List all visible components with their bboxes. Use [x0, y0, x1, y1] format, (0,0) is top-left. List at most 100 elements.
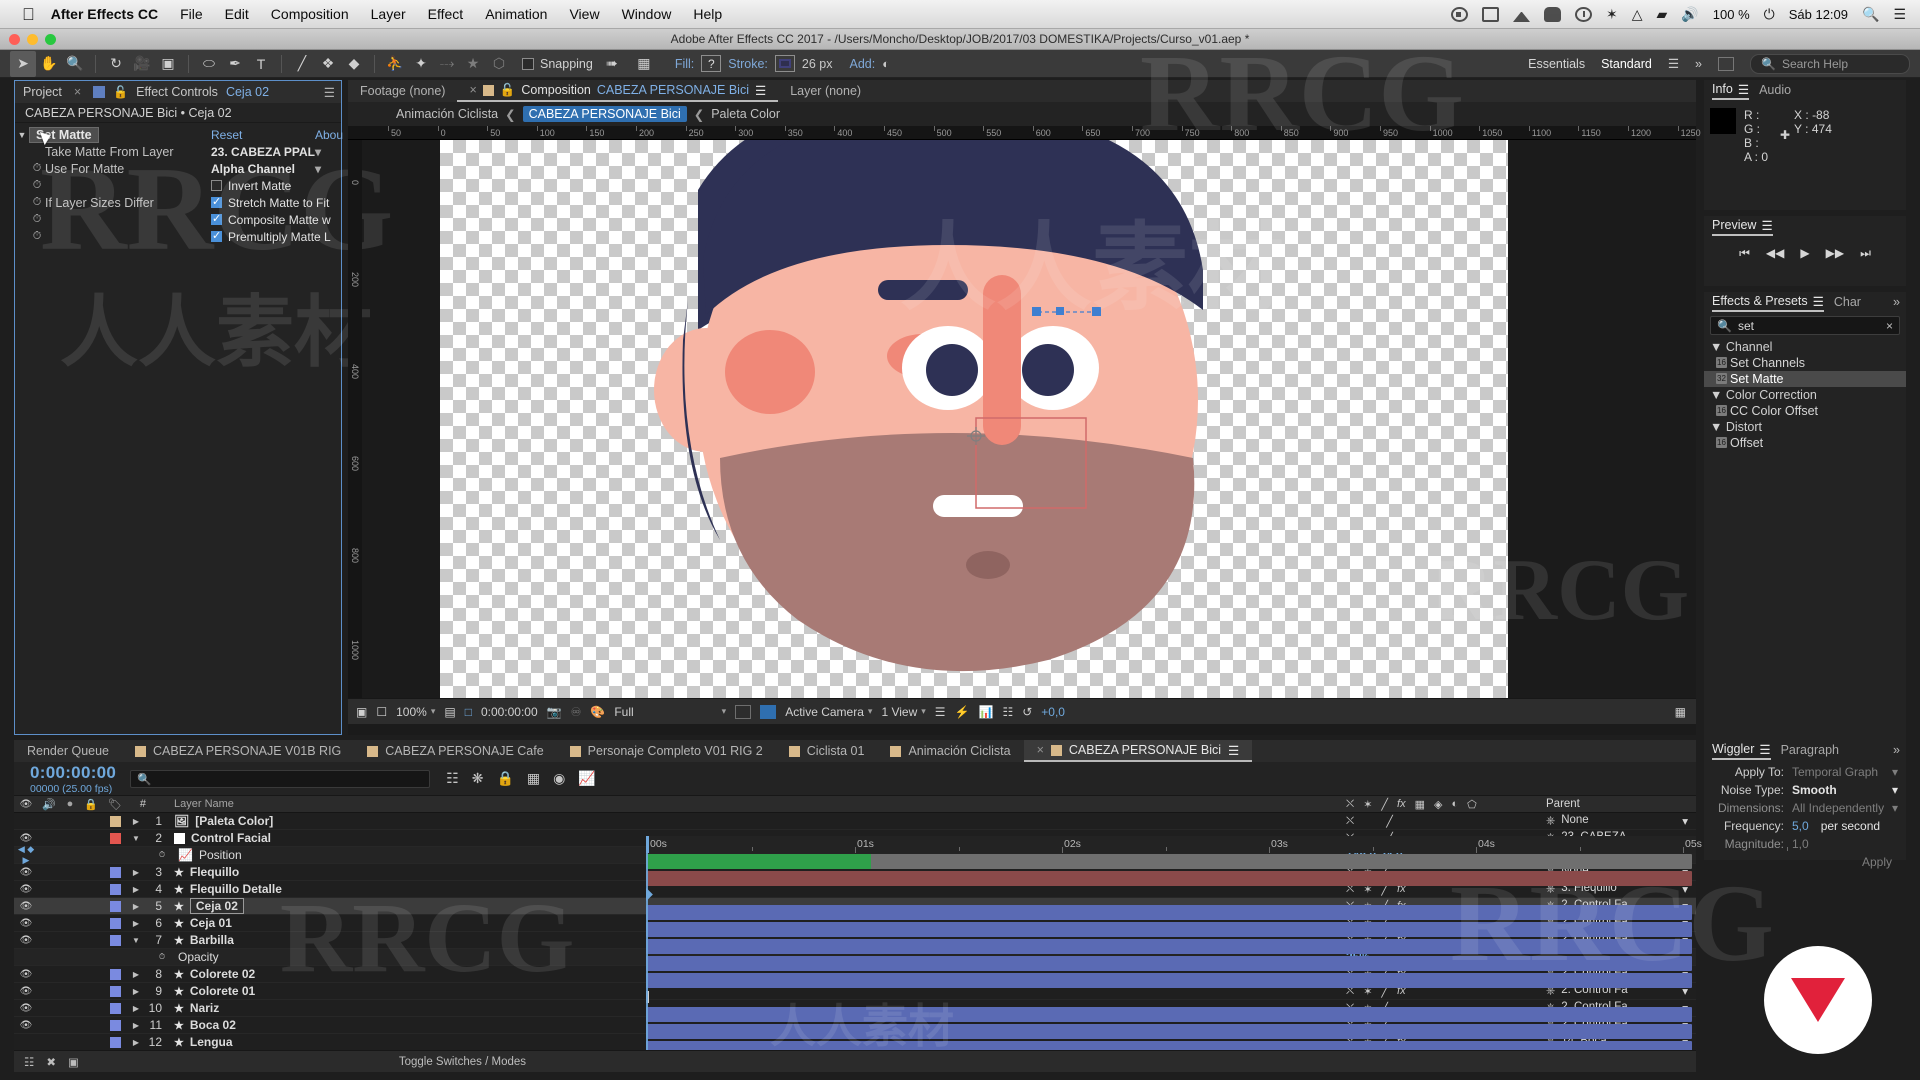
tab-cabeza-personaje-cafe[interactable]: CABEZA PERSONAJE Cafe	[354, 740, 556, 762]
spotlight-search-icon[interactable]: 🔍	[1862, 6, 1879, 22]
roto-brush-tool[interactable]: ⛹	[382, 51, 408, 77]
puppet-pin-tool[interactable]: ✦	[408, 51, 434, 77]
work-area-segment[interactable]	[646, 854, 871, 869]
collapse-triangle-icon[interactable]: ▼	[128, 936, 144, 945]
layer-name-edit-field[interactable]: Ceja 02	[189, 898, 244, 914]
composition-mini-flowchart-icon[interactable]: ☷	[446, 770, 459, 787]
layer-name[interactable]: 🖼 [Paleta Color]	[170, 814, 1336, 828]
zoom-level-select[interactable]: 100% ▾	[396, 705, 435, 719]
screen-icon[interactable]: ▰	[1657, 6, 1668, 22]
stopwatch-icon[interactable]: ⏱	[154, 952, 170, 962]
breadcrumb-animacion-ciclista[interactable]: Animación Ciclista	[396, 107, 498, 121]
previous-frame-icon[interactable]: ◀◀	[1766, 246, 1784, 260]
layer-name-column-header[interactable]: Layer Name	[170, 798, 1336, 810]
menu-effect[interactable]: Effect	[428, 6, 464, 22]
eye-toggle[interactable]: 👁	[14, 918, 38, 929]
zoom-tool[interactable]: 🔍	[62, 51, 88, 77]
tab-footage[interactable]: Footage (none)	[348, 84, 457, 98]
expand-triangle-icon[interactable]: ▶	[128, 1004, 144, 1013]
stretch-matte-checkbox[interactable]	[211, 195, 222, 208]
camera-view-select[interactable]: Active Camera ▾	[785, 705, 872, 719]
effects-search-input[interactable]: 🔍 set ×	[1710, 316, 1900, 335]
label-swatch[interactable]	[102, 883, 128, 895]
wiggler-apply-button[interactable]: Apply	[1862, 855, 1892, 869]
menu-window[interactable]: Window	[622, 6, 672, 22]
breadcrumb-paleta-color[interactable]: Paleta Color	[711, 107, 780, 121]
next-frame-icon[interactable]: ▶▶	[1826, 246, 1844, 260]
wiggler-dimensions-row[interactable]: Dimensions: All Independently ▾	[1704, 799, 1906, 817]
snapping-control[interactable]: Snapping ➠ ▦	[522, 51, 657, 77]
snap-grid-icon[interactable]: ▦	[631, 51, 657, 77]
close-icon[interactable]: ×	[469, 83, 476, 97]
puppet-overlap-tool[interactable]: ⤏	[434, 51, 460, 77]
volume-icon[interactable]: 🔊	[1681, 6, 1698, 22]
layer-duration-bar[interactable]	[646, 956, 1692, 971]
shape-tool[interactable]: ⬭	[196, 51, 222, 77]
eye-toggle[interactable]: 👁	[14, 935, 38, 946]
close-window-button[interactable]	[9, 34, 20, 45]
eye-toggle[interactable]: 👁	[14, 901, 38, 912]
lock-column-icon[interactable]: 🔒	[80, 798, 102, 811]
comp-flowchart-icon[interactable]: ▦	[1675, 705, 1696, 719]
transparency-toggle-icon[interactable]	[735, 704, 752, 719]
label-swatch[interactable]	[102, 1036, 128, 1048]
tab-character[interactable]: Char	[1834, 295, 1861, 309]
close-icon[interactable]: ×	[1886, 319, 1893, 333]
label-swatch[interactable]	[102, 1019, 128, 1031]
stopwatch-icon[interactable]: ⏱	[29, 162, 45, 175]
eye-column-icon[interactable]: 👁	[14, 799, 38, 810]
wiggler-frequency-row[interactable]: Frequency: 5,0 per second	[1704, 817, 1906, 835]
hamburger-icon[interactable]: ☰	[1759, 742, 1770, 757]
maximize-window-button[interactable]	[45, 34, 56, 45]
timeline-graph-icon[interactable]: 📊	[979, 705, 994, 719]
layer-duration-bar[interactable]	[646, 939, 1692, 954]
menu-layer[interactable]: Layer	[371, 6, 406, 22]
chevron-down-icon[interactable]: ▾	[315, 162, 321, 176]
label-swatch[interactable]	[102, 1002, 128, 1014]
airplay-icon[interactable]	[1513, 7, 1531, 22]
eye-toggle[interactable]: 👁	[14, 1003, 38, 1014]
fill-swatch[interactable]: ?	[701, 55, 722, 72]
tab-animacion-ciclista[interactable]: Animación Ciclista	[877, 740, 1023, 762]
wiggler-apply-to-row[interactable]: Apply To: Temporal Graph ▾	[1704, 763, 1906, 781]
notification-center-icon[interactable]: ☰	[1893, 6, 1906, 22]
wifi-icon[interactable]: △	[1632, 6, 1643, 22]
effects-group-color-correction[interactable]: ▼ Color Correction	[1704, 387, 1906, 403]
puppet-starch-tool[interactable]: ★	[460, 51, 486, 77]
effect-item-offset[interactable]: 16 Offset	[1704, 435, 1906, 451]
effect-item-set-matte[interactable]: 32 Set Matte	[1704, 371, 1906, 387]
display-icon[interactable]	[1482, 6, 1500, 22]
menu-help[interactable]: Help	[693, 6, 722, 22]
reset-exposure-icon[interactable]: ↺	[1022, 705, 1032, 719]
show-snapshot-icon[interactable]: ♾	[571, 705, 582, 719]
channel-icon[interactable]: 🎨	[590, 705, 605, 719]
tab-project[interactable]: Project	[17, 85, 62, 99]
expand-triangle-icon[interactable]: ▶	[128, 987, 144, 996]
window-controls[interactable]	[9, 34, 56, 45]
effect-row-composite-matte[interactable]: ⏱ Composite Matte w	[15, 211, 341, 228]
label-swatch[interactable]	[102, 917, 128, 929]
puppet-bend-tool[interactable]: ⬡	[486, 51, 512, 77]
flowchart-icon[interactable]: ☷	[1002, 705, 1013, 719]
anchor-icon[interactable]: ⛌	[1346, 815, 1354, 828]
eye-toggle[interactable]: 👁	[14, 833, 38, 844]
graph-icon[interactable]: 📈	[178, 848, 193, 862]
chevron-down-icon[interactable]: ▾	[315, 145, 321, 159]
label-column-icon[interactable]: 🏷	[102, 798, 128, 811]
effect-about-button[interactable]: Abou	[315, 128, 343, 142]
hand-tool[interactable]: ✋	[36, 51, 62, 77]
premultiply-matte-checkbox[interactable]	[211, 229, 222, 242]
tab-audio[interactable]: Audio	[1759, 83, 1791, 97]
anchor-icon[interactable]: ⛌	[1346, 798, 1354, 811]
resolution-select[interactable]: Full ▾	[614, 705, 726, 719]
tab-info[interactable]: Info ☰	[1712, 80, 1750, 100]
hamburger-icon[interactable]: ☰	[1761, 218, 1772, 233]
frame-blending-icon[interactable]: ▦	[527, 770, 540, 787]
expand-triangle-icon[interactable]: ▶	[128, 817, 144, 826]
hamburger-icon[interactable]: ☰	[324, 85, 341, 100]
layer-duration-bar[interactable]	[646, 1007, 1692, 1022]
battery-icon[interactable]: ⏻	[1764, 6, 1775, 22]
parent-select[interactable]: ⎈ None ▾	[1546, 814, 1696, 828]
motion-blur-icon[interactable]: ◈	[1434, 798, 1442, 811]
type-tool[interactable]: T	[248, 51, 274, 77]
